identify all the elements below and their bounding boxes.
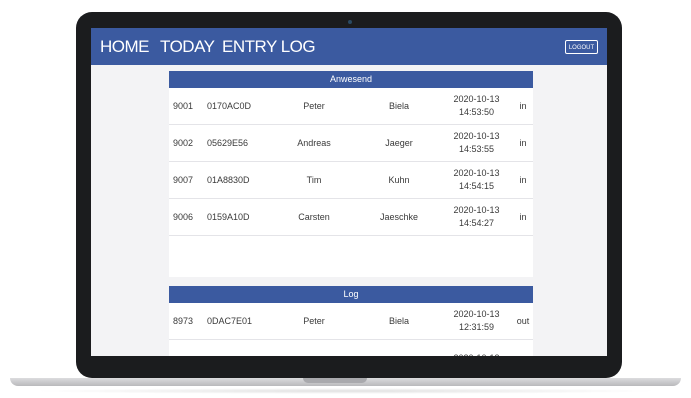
camera-icon — [348, 20, 352, 24]
cell-time: 14:54:15 — [458, 181, 495, 191]
cell-direction: in — [519, 212, 527, 222]
cell-first-name: Andreas — [297, 138, 331, 148]
table-row[interactable]: 8973 0DAC7E01 Peter Biela 2020-10-13 12:… — [169, 303, 533, 340]
nav-today-link[interactable]: TODAY — [160, 37, 215, 57]
cell-time: 12:31:59 — [458, 322, 495, 332]
cell-tag: 05629E56 — [207, 138, 249, 148]
table-row[interactable]: 9001 0170AC0D Peter Biela 2020-10-13 14:… — [169, 88, 533, 125]
cell-tag: 0159A10D — [207, 212, 250, 222]
cell-id: 9002 — [173, 138, 194, 148]
cell-id — [173, 340, 203, 356]
nav-home-link[interactable]: HOME — [100, 37, 150, 57]
table-row[interactable]: 9006 0159A10D Carsten Jaeschke 2020-10-1… — [169, 199, 533, 236]
cell-first-name — [279, 340, 349, 356]
cell-timestamp: 2020-10-13 14:54:15 — [444, 162, 509, 198]
cell-date: 2020-10-13 — [453, 205, 500, 215]
cell-last-name — [364, 340, 434, 356]
present-table-title: Anwesend — [169, 71, 533, 88]
cell-last-name: Jaeger — [385, 138, 413, 148]
nav-entry-log-link[interactable]: ENTRY LOG — [222, 37, 316, 57]
cell-tag: 01A8830D — [207, 175, 250, 185]
cell-id: 9007 — [173, 175, 194, 185]
cell-id: 9006 — [173, 212, 194, 222]
table-row[interactable]: 9002 05629E56 Andreas Jaeger 2020-10-13 … — [169, 125, 533, 162]
cell-tag — [207, 340, 257, 356]
cell-id: 9001 — [173, 101, 194, 111]
cell-timestamp: 2020-10-13 14:53:50 — [444, 88, 509, 124]
cell-first-name: Peter — [303, 101, 325, 111]
cell-timestamp: 2020-10-13 12:31:59 — [444, 303, 509, 339]
navbar: HOME TODAY ENTRY LOG LOGOUT — [91, 28, 607, 65]
log-table: Log 8973 0DAC7E01 Peter Biela 2020-10-13… — [169, 286, 533, 356]
cell-last-name: Kuhn — [388, 175, 410, 185]
present-table: Anwesend 9001 0170AC0D Peter Biela 2020-… — [169, 71, 533, 277]
cell-timestamp: 2020-10-13 14:53:55 — [444, 125, 509, 161]
cell-first-name: Peter — [303, 316, 325, 326]
cell-direction: out — [516, 316, 530, 326]
cell-first-name: Carsten — [298, 212, 330, 222]
cell-last-name: Biela — [388, 101, 409, 111]
app-screen: HOME TODAY ENTRY LOG LOGOUT Anwesend 900… — [91, 28, 607, 356]
log-table-title: Log — [169, 286, 533, 303]
cell-last-name: Jaeschke — [379, 212, 419, 222]
cell-direction — [514, 340, 532, 356]
cell-timestamp: 2020-10-13 — [444, 340, 509, 357]
cell-date: 2020-10-13 — [453, 168, 500, 178]
cell-date: 2020-10-13 — [453, 94, 500, 104]
laptop-shadow — [30, 388, 661, 394]
cell-last-name: Biela — [388, 316, 409, 326]
table-row[interactable]: 9007 01A8830D Tim Kuhn 2020-10-13 14:54:… — [169, 162, 533, 199]
cell-tag: 0DAC7E01 — [207, 316, 253, 326]
cell-timestamp: 2020-10-13 14:54:27 — [444, 199, 509, 235]
logout-button[interactable]: LOGOUT — [565, 40, 598, 54]
cell-direction: in — [519, 101, 527, 111]
cell-date: 2020-10-13 — [453, 131, 500, 141]
cell-time: 14:53:50 — [458, 107, 495, 117]
laptop-notch — [303, 378, 367, 383]
cell-tag: 0170AC0D — [207, 101, 252, 111]
cell-first-name: Tim — [306, 175, 322, 185]
cell-id: 8973 — [173, 316, 194, 326]
cell-time: 14:53:55 — [458, 144, 495, 154]
table-row[interactable]: 2020-10-13 — [169, 340, 533, 356]
cell-direction: in — [519, 175, 527, 185]
cell-date: 2020-10-13 — [453, 352, 499, 357]
cell-date: 2020-10-13 — [453, 309, 500, 319]
cell-time: 14:54:27 — [458, 218, 495, 228]
cell-direction: in — [519, 138, 527, 148]
